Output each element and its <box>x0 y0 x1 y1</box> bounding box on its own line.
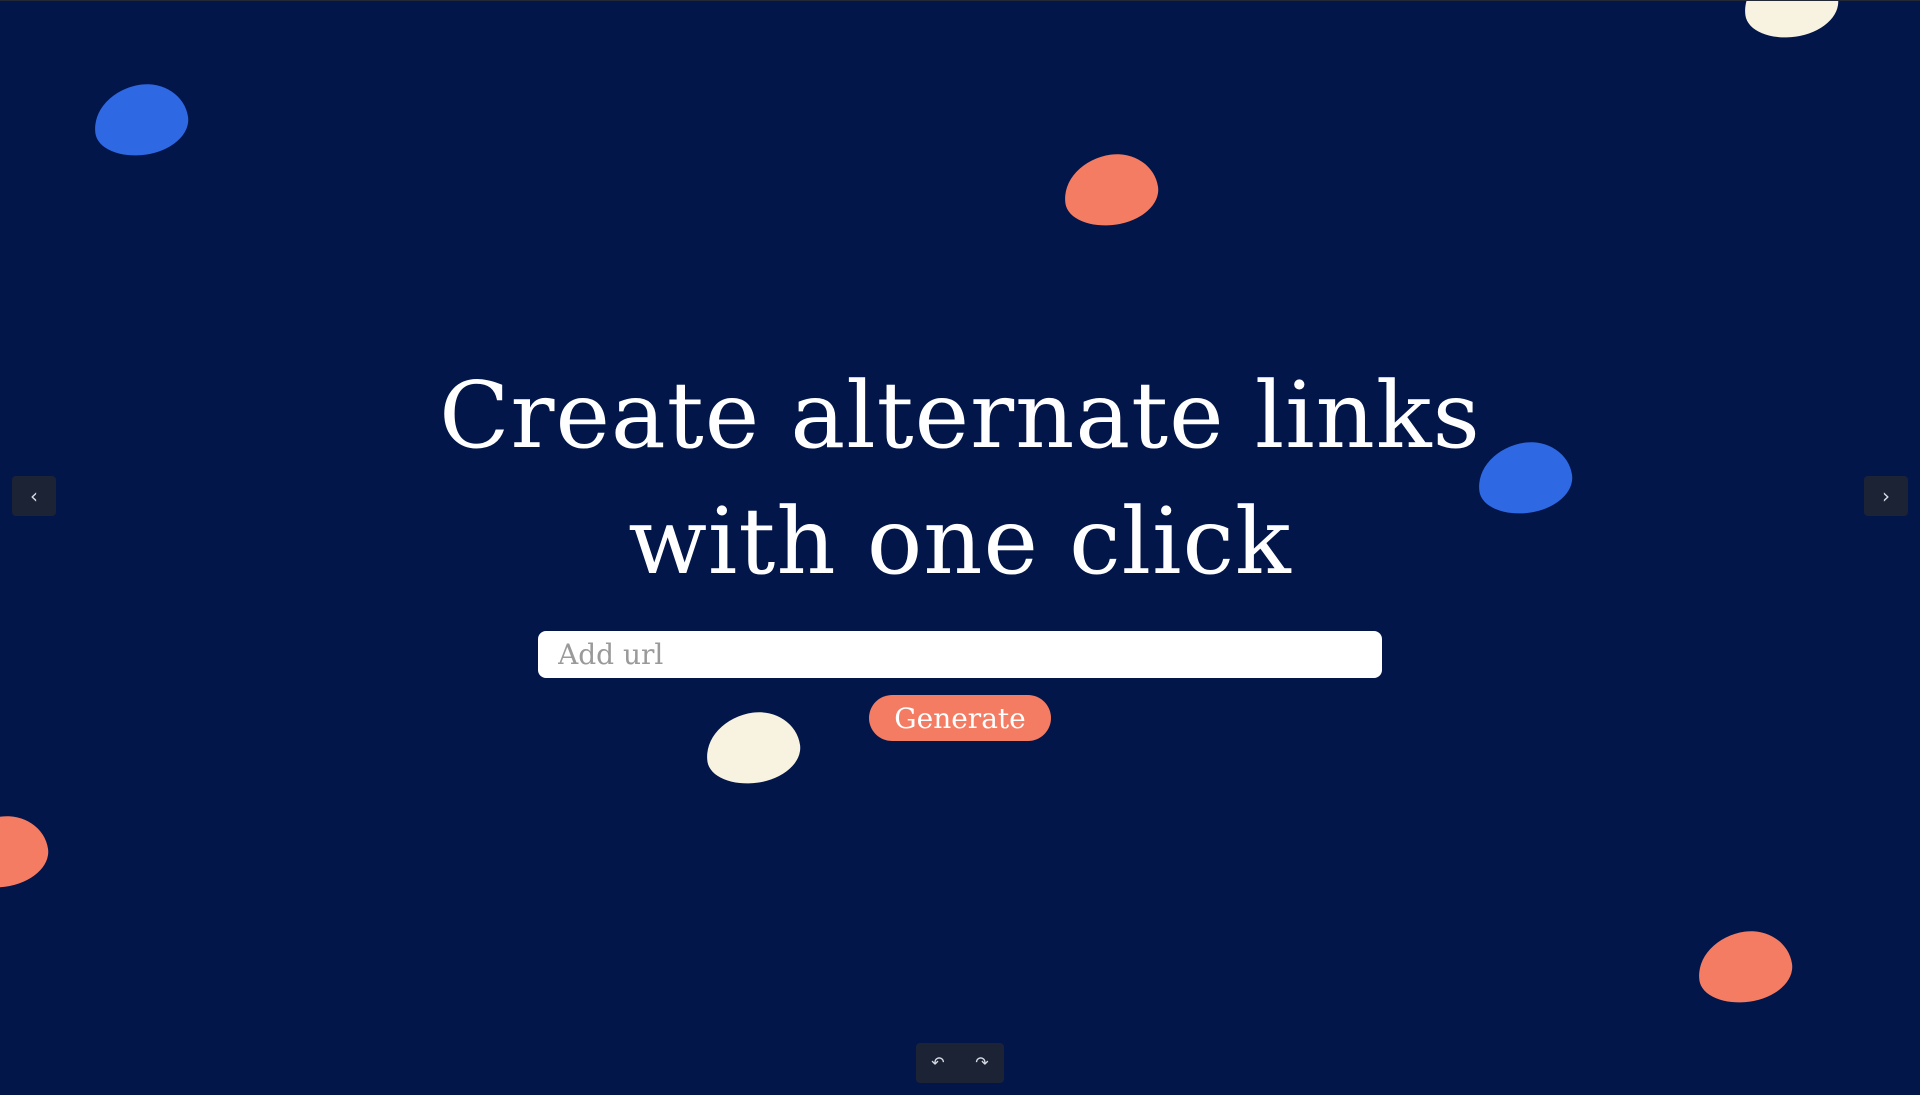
decorative-blob-coral <box>1059 148 1163 232</box>
undo-icon: ↶ <box>931 1053 945 1072</box>
decorative-blob-coral <box>0 810 53 894</box>
decorative-blob-cream <box>701 706 805 790</box>
url-input[interactable] <box>538 631 1382 678</box>
next-slide-button[interactable]: › <box>1864 476 1908 516</box>
page-title: Create alternate links with one click <box>0 353 1920 605</box>
previous-slide-button[interactable]: ‹ <box>12 476 56 516</box>
headline-line: with one click <box>628 488 1292 595</box>
bottom-toolbar: ↶ ↷ <box>916 1043 1004 1083</box>
redo-icon: ↷ <box>975 1053 989 1072</box>
decorative-blob-cream <box>1739 1 1843 44</box>
generate-button[interactable]: Generate <box>869 695 1051 741</box>
chevron-left-icon: ‹ <box>30 484 38 508</box>
undo-button[interactable]: ↶ <box>920 1047 956 1079</box>
decorative-blob-coral <box>1693 925 1797 1009</box>
redo-button[interactable]: ↷ <box>964 1047 1000 1079</box>
hero: Create alternate links with one click <box>0 353 1920 605</box>
page: Create alternate links with one click Ge… <box>0 0 1920 1095</box>
decorative-blob-blue <box>89 78 193 162</box>
headline-line: Create alternate links <box>439 362 1481 469</box>
chevron-right-icon: › <box>1882 484 1890 508</box>
